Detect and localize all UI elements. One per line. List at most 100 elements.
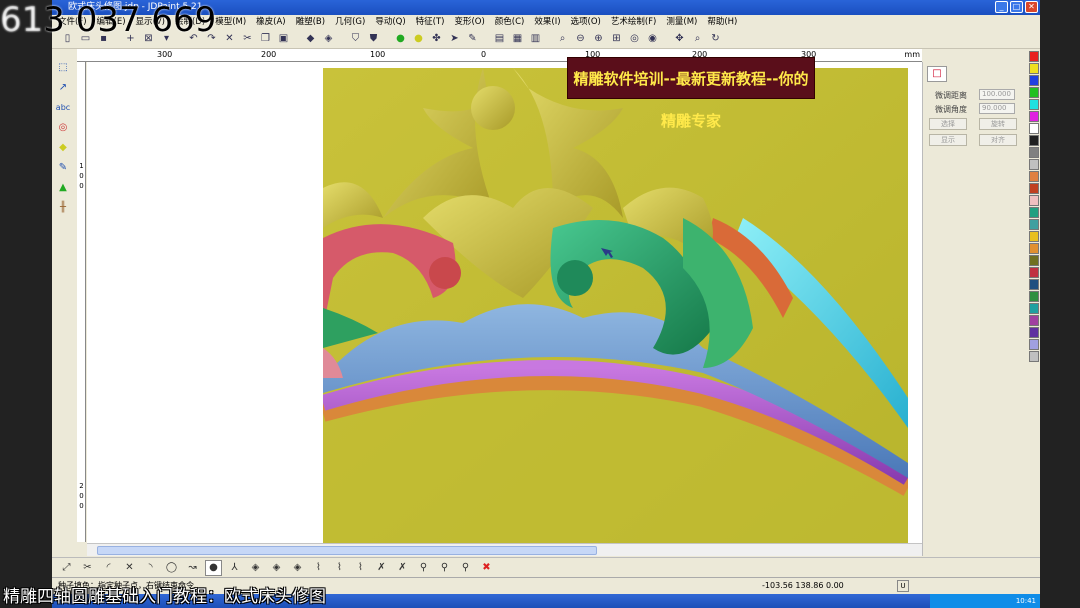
color-swatch[interactable] (1029, 327, 1039, 338)
color-swatch[interactable] (1029, 159, 1039, 170)
smooth-brush-icon[interactable]: ⌇ (352, 560, 369, 576)
nudge-angle-input[interactable]: 90.000 (979, 103, 1015, 114)
circle-tool-icon[interactable]: ◎ (55, 119, 71, 135)
node-edit-icon[interactable]: ⚲ (415, 560, 432, 576)
pan-icon[interactable]: ✥ (672, 31, 687, 46)
show-button[interactable]: 显示 (929, 134, 967, 146)
color-swatch[interactable] (1029, 99, 1039, 110)
zoom-window-icon[interactable]: ⌕ (555, 31, 570, 46)
color-swatch[interactable] (1029, 291, 1039, 302)
color-swatch[interactable] (1029, 303, 1039, 314)
zoom-all-icon[interactable]: ⊞ (609, 31, 624, 46)
text-tool-icon[interactable]: abc (55, 99, 71, 115)
cut-icon[interactable]: ✂ (240, 31, 255, 46)
pen-tool-icon[interactable]: ✎ (55, 159, 71, 175)
zoom-in-icon[interactable]: ⊕ (591, 31, 606, 46)
color-swatch[interactable] (1029, 147, 1039, 158)
link-tool-icon[interactable]: ⚲ (457, 560, 474, 576)
yellow-light-icon[interactable]: ● (411, 31, 426, 46)
diamond-a-icon[interactable]: ◈ (247, 560, 264, 576)
color-swatch[interactable] (1029, 123, 1039, 134)
color-fill-icon[interactable]: ◆ (303, 31, 318, 46)
corner-tool-icon[interactable]: ⅄ (226, 560, 243, 576)
menu-geometry[interactable]: 几何(G) (335, 15, 365, 29)
menu-feature[interactable]: 特征(T) (416, 15, 445, 29)
copy-icon[interactable]: ❐ (258, 31, 273, 46)
menu-sweep[interactable]: 导动(Q) (375, 15, 405, 29)
menu-effect[interactable]: 效果(I) (534, 15, 560, 29)
node-icon[interactable]: ✤ (429, 31, 444, 46)
cancel-pick-icon[interactable]: ✗ (394, 560, 411, 576)
maximize-button[interactable]: □ (1010, 1, 1023, 13)
scrollbar-thumb[interactable] (97, 546, 597, 555)
arc-tool-icon[interactable]: ◜ (100, 560, 117, 576)
hook-tool-icon[interactable]: ↝ (184, 560, 201, 576)
circle-snap-icon[interactable]: ◯ (163, 560, 180, 576)
delete-icon[interactable]: ✕ (222, 31, 237, 46)
menu-model[interactable]: 模型(M) (215, 15, 246, 29)
diamond-b-icon[interactable]: ◈ (268, 560, 285, 576)
pillar-tool-icon[interactable]: ╫ (55, 199, 71, 215)
page-icon[interactable]: ▤ (492, 31, 507, 46)
color-swatch[interactable] (1029, 243, 1039, 254)
color-swatch[interactable] (1029, 135, 1039, 146)
menu-sculpt[interactable]: 雕塑(B) (296, 15, 325, 29)
minimize-button[interactable]: _ (995, 1, 1008, 13)
layers-icon[interactable]: ▥ (528, 31, 543, 46)
eraser-tool-icon[interactable]: ◆ (55, 139, 71, 155)
select-region-icon[interactable]: ⬚ (55, 59, 71, 75)
green-light-icon[interactable]: ● (393, 31, 408, 46)
erase-pick-icon[interactable]: ⚲ (436, 560, 453, 576)
color-swatch[interactable] (1029, 111, 1039, 122)
magnifier-icon[interactable]: ⌕ (690, 31, 705, 46)
rotate-button[interactable]: 旋转 (979, 118, 1017, 130)
sculpt-brush-icon[interactable]: ⌇ (331, 560, 348, 576)
menu-color[interactable]: 颜色(C) (495, 15, 525, 29)
color-swatch[interactable] (1029, 267, 1039, 278)
paste-icon[interactable]: ▣ (276, 31, 291, 46)
cross-tool-icon[interactable]: ✕ (121, 560, 138, 576)
pick-tool-icon[interactable]: ✗ (373, 560, 390, 576)
color-swatch[interactable] (1029, 75, 1039, 86)
curve-tool-icon[interactable]: ◝ (142, 560, 159, 576)
refresh-icon[interactable]: ↻ (708, 31, 723, 46)
menu-measure[interactable]: 测量(M) (666, 15, 697, 29)
shield-filled-icon[interactable]: ⛊ (366, 31, 381, 46)
color-swatch[interactable] (1029, 339, 1039, 350)
select-button[interactable]: 选择 (929, 118, 967, 130)
color-swatch[interactable] (1029, 195, 1039, 206)
menu-options[interactable]: 选项(O) (571, 15, 601, 29)
close-button[interactable]: ✕ (1025, 1, 1038, 13)
color-swatch[interactable] (1029, 51, 1039, 62)
spray-tool-icon[interactable]: ▲ (55, 179, 71, 195)
brush-icon[interactable]: ✎ (465, 31, 480, 46)
color-swatch[interactable] (1029, 219, 1039, 230)
color-swatch[interactable] (1029, 351, 1039, 362)
drawing-canvas[interactable] (87, 62, 922, 543)
color-swatch[interactable] (1029, 171, 1039, 182)
color-swatch[interactable] (1029, 231, 1039, 242)
horizontal-scrollbar[interactable] (87, 543, 922, 556)
color-swatch[interactable] (1029, 63, 1039, 74)
layer-icon[interactable]: ◈ (321, 31, 336, 46)
panel-tab-icon[interactable]: □ (927, 66, 947, 82)
color-swatch[interactable] (1029, 279, 1039, 290)
color-swatch[interactable] (1029, 207, 1039, 218)
pointer-icon[interactable]: ➤ (447, 31, 462, 46)
view-3d-icon[interactable]: ◎ (627, 31, 642, 46)
menu-art-draw[interactable]: 艺术绘制(F) (611, 15, 657, 29)
flat-brush-icon[interactable]: ⌇ (310, 560, 327, 576)
line-tool-icon[interactable]: ⤢ (58, 560, 75, 576)
color-swatch[interactable] (1029, 315, 1039, 326)
color-swatch[interactable] (1029, 255, 1039, 266)
grid-icon[interactable]: ▦ (510, 31, 525, 46)
seed-point-icon[interactable]: ● (205, 559, 222, 576)
color-swatch[interactable] (1029, 183, 1039, 194)
nudge-distance-input[interactable]: 100.000 (979, 89, 1015, 100)
diamond-c-icon[interactable]: ◈ (289, 560, 306, 576)
menu-help[interactable]: 帮助(H) (707, 15, 737, 29)
menu-deform[interactable]: 变形(O) (454, 15, 484, 29)
align-button[interactable]: 对齐 (979, 134, 1017, 146)
draw-line-icon[interactable]: ↗ (55, 79, 71, 95)
render-icon[interactable]: ◉ (645, 31, 660, 46)
